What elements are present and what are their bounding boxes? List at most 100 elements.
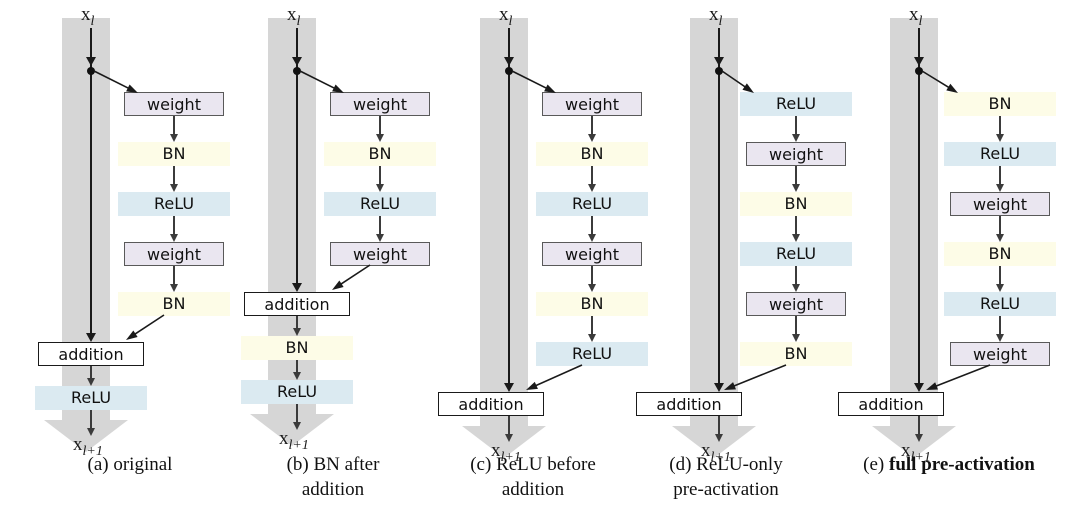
branch-e-3-connector-arrowhead (995, 234, 1004, 242)
branch-c-2-connector-line (591, 166, 593, 185)
caption-text-line-2: addition (501, 479, 565, 500)
caption-line-2: addition (248, 477, 418, 502)
op-label: ReLU (276, 382, 318, 401)
op-label: BN (285, 338, 309, 357)
branch-d-4-connector-arrowhead (791, 284, 800, 292)
branch-d-3-connector-arrowhead (791, 234, 800, 242)
resnet-variants-figure: xl weight BN ReLU weight BN addition ReLU xl+1 xl… (0, 0, 1065, 514)
op-label: ReLU (153, 194, 195, 213)
branch-e-5-connector-arrowhead (995, 334, 1004, 342)
op-weight-c-3: weight (542, 242, 642, 266)
branch-b-3-connector-line (379, 216, 381, 235)
op-label: ReLU (775, 244, 817, 263)
output-label-x-l-plus-1: xl+1 (901, 440, 931, 465)
merge-arrow-b (332, 264, 371, 290)
split-arrow-a (93, 70, 138, 93)
branch-a-1-connector-arrowhead (169, 134, 178, 142)
branch-d-2-connector-line (795, 166, 797, 185)
merge-arrow-d (724, 364, 787, 390)
branch-c-1-connector-arrowhead (587, 134, 596, 142)
merge-arrow-c (526, 364, 583, 390)
branch-b-1-connector-arrowhead (375, 134, 384, 142)
shortcut-arrowhead (86, 333, 96, 342)
split-arrow-e (921, 70, 958, 93)
split-arrow-c (511, 70, 556, 93)
caption-text-line-2: addition (301, 479, 365, 500)
branch-c-4-connector-line (591, 266, 593, 285)
op-weight-d-4: weight (746, 292, 846, 316)
shortcut-arrowhead (504, 383, 514, 392)
input-label-x-l: xl (81, 4, 95, 29)
branch-e-4-connector-arrowhead (995, 284, 1004, 292)
branch-d-4-connector-line (795, 266, 797, 285)
branch-b-2-connector-arrowhead (375, 184, 384, 192)
caption-line-1: (b) BN after (248, 452, 418, 477)
branch-d-5-connector-arrowhead (791, 334, 800, 342)
branch-c-3-connector-arrowhead (587, 234, 596, 242)
op-label: ReLU (571, 194, 613, 213)
branch-a-2-connector-arrowhead (169, 184, 178, 192)
input-label-x-l: xl (709, 4, 723, 29)
branch-c-5-connector-line (591, 316, 593, 335)
branch-d-2-connector-arrowhead (791, 184, 800, 192)
output-label-x-l-plus-1: xl+1 (701, 440, 731, 465)
branch-e-3-connector-line (999, 216, 1001, 235)
branch-e-1-connector-arrowhead (995, 134, 1004, 142)
output-label-x-l-plus-1: xl+1 (279, 428, 309, 453)
branch-d-1-connector-line (795, 116, 797, 135)
output-e-connector-line (918, 416, 920, 435)
branch-b-1-connector-line (379, 116, 381, 135)
op-weight-d-1: weight (746, 142, 846, 166)
output-label-x-l-plus-1: xl+1 (73, 434, 103, 459)
branch-e-1-connector-line (999, 116, 1001, 135)
panel-caption-c: (c) ReLU before addition (438, 452, 628, 502)
branch-b-3-connector-arrowhead (375, 234, 384, 242)
op-label: weight (973, 195, 1027, 214)
op-label: ReLU (70, 388, 112, 407)
op-label: BN (988, 244, 1012, 263)
branch-a-3-connector-arrowhead (169, 234, 178, 242)
op-label: weight (147, 95, 201, 114)
branch-a-2-connector-line (173, 166, 175, 185)
branch-b-2-connector-line (379, 166, 381, 185)
caption-line-1: (a) original (30, 452, 230, 477)
op-label: weight (147, 245, 201, 264)
output-label-x-l-plus-1: xl+1 (491, 440, 521, 465)
branch-e-2-connector-arrowhead (995, 184, 1004, 192)
op-relu-d-3: ReLU (740, 242, 852, 266)
op-bn-b-trunk-1: BN (241, 336, 353, 360)
caption-line-1: (c) ReLU before (438, 452, 628, 477)
branch-d-1-connector-arrowhead (791, 134, 800, 142)
shortcut-arrowhead (292, 283, 302, 292)
split-arrow-d (721, 70, 754, 93)
panel-caption-e: (e) full pre-activation (836, 452, 1062, 477)
op-relu-a-trunk-1: ReLU (35, 386, 147, 410)
op-label: ReLU (979, 294, 1021, 313)
branch-e-4-connector-line (999, 266, 1001, 285)
op-label: weight (565, 245, 619, 264)
input-label-x-l: xl (909, 4, 923, 29)
branch-a-3-connector-line (173, 216, 175, 235)
trunk-a-1-connector-arrowhead (86, 378, 95, 386)
branch-c-4-connector-arrowhead (587, 284, 596, 292)
split-arrow-b (299, 70, 344, 93)
branch-c-5-connector-arrowhead (587, 334, 596, 342)
op-label: BN (784, 194, 808, 213)
branch-d-5-connector-line (795, 316, 797, 335)
caption-prefix: (b) (286, 454, 309, 475)
branch-d-3-connector-line (795, 216, 797, 235)
op-bn-e-3: BN (944, 242, 1056, 266)
op-bn-b-1: BN (324, 142, 436, 166)
op-relu-c-2: ReLU (536, 192, 648, 216)
caption-text-line-1: BN after (313, 454, 380, 475)
op-relu-e-4: ReLU (944, 292, 1056, 316)
caption-text-line-2: pre-activation (673, 479, 779, 500)
output-d-connector-line (718, 416, 720, 435)
output-c-connector-line (508, 416, 510, 435)
op-relu-e-1: ReLU (944, 142, 1056, 166)
op-bn-c-1: BN (536, 142, 648, 166)
op-bn-a-1: BN (118, 142, 230, 166)
panel-caption-a: (a) original (30, 452, 230, 477)
branch-a-1-connector-line (173, 116, 175, 135)
caption-prefix: (d) (669, 454, 692, 475)
